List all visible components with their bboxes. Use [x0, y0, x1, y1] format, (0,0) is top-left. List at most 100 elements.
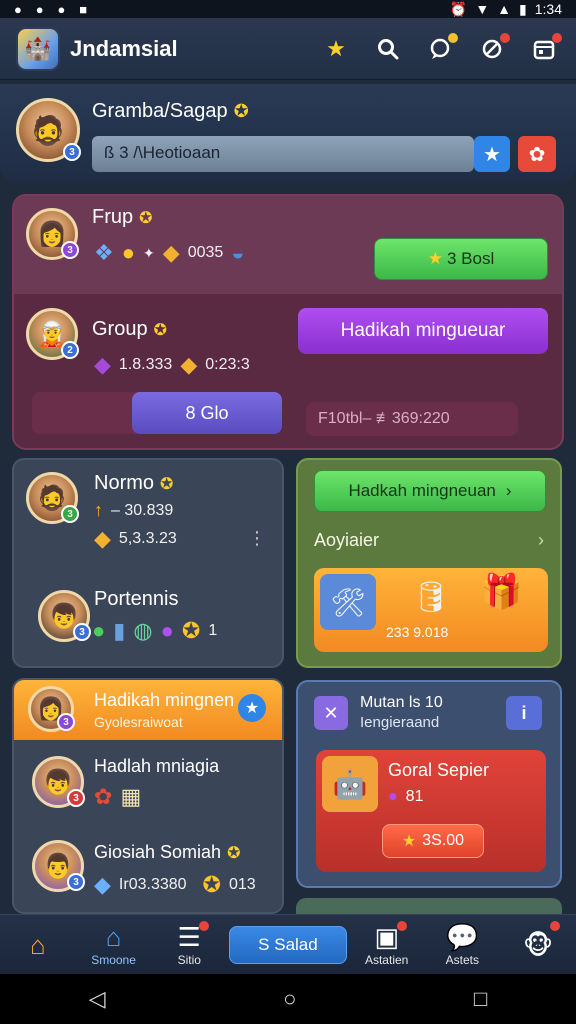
nav-home-orange[interactable]: ⌂: [2, 917, 74, 973]
list-icon: ☰: [177, 921, 201, 952]
goral-card[interactable]: 🤖 Goral Sepier ● 81 ★ 3S.00: [316, 750, 546, 872]
bottom-nav: ⌂ ⌂ Smoone ☰ Sitio S Salad ▣ Astatien 💬 …: [0, 914, 576, 974]
mingnen-avatar[interactable]: 👩 3: [28, 686, 75, 732]
frup-resources: ❖ ● ✦ ◆ 0035 ◒: [94, 240, 245, 266]
portennis-avatar[interactable]: 👦 3: [38, 590, 91, 642]
reward-card[interactable]: 🛠 🛢 🎁 233 9.018: [314, 568, 548, 652]
normo-resources: ◆ 5,3.3.23: [94, 526, 177, 552]
portennis-items: ● ▮ ◍ ● ✪ 1: [92, 618, 217, 644]
portennis-count: 1: [208, 622, 218, 639]
favorites-star-icon[interactable]: ★: [320, 33, 352, 65]
home-circle-icon[interactable]: ○: [283, 986, 296, 1012]
nav-astatien[interactable]: ▣ Astatien: [351, 917, 423, 973]
level-badge: 3: [61, 241, 79, 259]
image-notification-icon: ■: [79, 2, 88, 17]
nav-salad-button[interactable]: S Salad: [228, 925, 347, 964]
level-badge: 3: [67, 873, 85, 891]
back-icon[interactable]: ◁: [89, 986, 106, 1012]
frup-avatar[interactable]: 👩 3: [26, 208, 79, 260]
nav-smoone[interactable]: ⌂ Smoone: [78, 917, 150, 973]
normo-name-text: Normo: [94, 472, 155, 494]
ice-crystal-icon: ◆: [94, 872, 111, 897]
recents-icon[interactable]: □: [474, 986, 487, 1012]
hero-portrait-icon: 🤖: [322, 756, 378, 812]
group-small-label: 8 Glo: [185, 402, 229, 423]
profile-name-text: Gramba/Sagap: [92, 100, 228, 122]
info-icon[interactable]: i: [506, 696, 542, 730]
somiah-name-text: Giosiah Somiah: [94, 842, 222, 862]
nav-astets-label: Astets: [445, 952, 480, 967]
goral-stat: ● 81: [388, 788, 423, 806]
more-icon[interactable]: ⋮: [248, 528, 266, 549]
home-orange-icon: ⌂: [29, 929, 46, 960]
chevron-right-icon[interactable]: ›: [538, 530, 544, 551]
gem-icon: ❖: [94, 240, 114, 265]
mniagia-avatar[interactable]: 👦 3: [32, 756, 85, 808]
normo-avatar[interactable]: 🧔 3: [26, 472, 79, 524]
profile-search-field[interactable]: ß 3 /\Heotioaan: [92, 136, 474, 172]
reward-value: 233 9.018: [386, 624, 449, 640]
olive-action-button[interactable]: Hadkah mingneuan ›: [314, 470, 546, 512]
goral-buy-button[interactable]: ★ 3S.00: [382, 824, 484, 858]
nav-smoone-label: Smoone: [91, 952, 136, 967]
group-value1: 1.8.333: [118, 356, 173, 373]
calendar-icon[interactable]: [528, 32, 562, 65]
medal-icon: ✪: [153, 322, 167, 339]
chat-bubble-icon[interactable]: [424, 32, 458, 65]
notification-badge: [396, 920, 407, 931]
group-action-label: Hadikah mingueuar: [340, 320, 506, 341]
medal-icon: ✪: [160, 476, 174, 493]
mingnen-panel: 👩 3 Hadikah mingnen Gyolesraiwoat ★ 👦 3 Ha…: [12, 678, 284, 914]
nav-astets[interactable]: 💬 Astets: [426, 917, 498, 973]
somiah-avatar[interactable]: 👨 3: [32, 840, 85, 892]
search-icon[interactable]: [372, 33, 404, 65]
group-avatar[interactable]: 🧝 2: [26, 308, 79, 360]
chest-icon: 🛠: [320, 574, 376, 630]
wifi-icon: ▼: [475, 1, 490, 17]
level-badge: 3: [67, 789, 85, 807]
olive-panel: Hadkah mingneuan › Aoyiaier › 🛠 🛢 🎁 233 9…: [296, 458, 562, 668]
level-badge: 3: [57, 713, 75, 731]
gold-star-icon: ✪: [181, 618, 201, 643]
nav-profile[interactable]: 🐵: [502, 917, 574, 973]
alarm-icon: ⏰: [449, 0, 468, 17]
nav-sitio[interactable]: ☰ Sitio: [153, 917, 225, 973]
group-small-button[interactable]: 8 Glo: [132, 392, 282, 434]
level-badge: 3: [61, 505, 79, 523]
normo-sub-value: – 30.839: [111, 501, 174, 519]
treasure-box-icon: 🎁: [480, 573, 523, 611]
favorite-button[interactable]: ★: [474, 136, 510, 172]
group-action-button[interactable]: Hadikah mingueuar: [298, 308, 548, 354]
chevron-right-icon: ›: [505, 481, 512, 500]
settings-button[interactable]: ✿: [518, 136, 556, 172]
normo-panel: 🧔 3 Normo ✪ ↑ – 30.839 ◆ 5,3.3.23 ⋮ 👦 3 Por…: [12, 458, 284, 668]
status-bar: ● ● ● ■ ⏰ ▼ ▲ ▮ 1:34: [0, 0, 576, 18]
clipboard-icon: ▣: [374, 921, 399, 952]
gold-cube-icon: ◆: [94, 526, 111, 551]
status-icons-left: ● ● ● ■: [14, 1, 97, 17]
purple-gem-icon: ◆: [94, 352, 111, 377]
home-icon: ⌂: [105, 921, 122, 952]
group-resources: ◆ 1.8.333 ◆ 0:23:3: [94, 352, 250, 378]
frup-action-button[interactable]: ★ 3 Bosl: [374, 238, 548, 280]
profile-avatar[interactable]: 🧔 3: [16, 98, 81, 162]
olive-action-label: Hadkah mingneuan: [348, 481, 496, 500]
frup-value: 0035: [187, 244, 224, 261]
frup-action-label: 3 Bosl: [447, 249, 495, 268]
normo-value: 5,3.3.23: [118, 530, 177, 547]
group-panel: 👩 3 Frup ✪ ❖ ● ✦ ◆ 0035 ◒ ★ 3 Bosl 🧝 2 Group…: [12, 194, 564, 450]
purple-orb-icon: ●: [388, 788, 398, 805]
pot-icon: 🛢: [412, 581, 451, 614]
star-badge-icon[interactable]: ★: [238, 694, 266, 722]
mniagia-items: ✿ ▦: [94, 784, 141, 810]
nav-astatien-label: Astatien: [364, 952, 409, 967]
profile-name: Gramba/Sagap ✪: [92, 100, 249, 123]
star-icon: ★: [483, 143, 501, 166]
app-logo-icon[interactable]: 🏰: [16, 26, 60, 71]
status-icons-right: ⏰ ▼ ▲ ▮ 1:34: [450, 1, 562, 18]
nav-sitio-label: Sitio: [177, 952, 201, 967]
avatar-icon: 🐵: [523, 929, 554, 960]
gold-ore-icon: ◆: [162, 240, 180, 265]
blocked-notification-icon[interactable]: [476, 32, 510, 65]
medal-icon: ✪: [233, 101, 249, 121]
